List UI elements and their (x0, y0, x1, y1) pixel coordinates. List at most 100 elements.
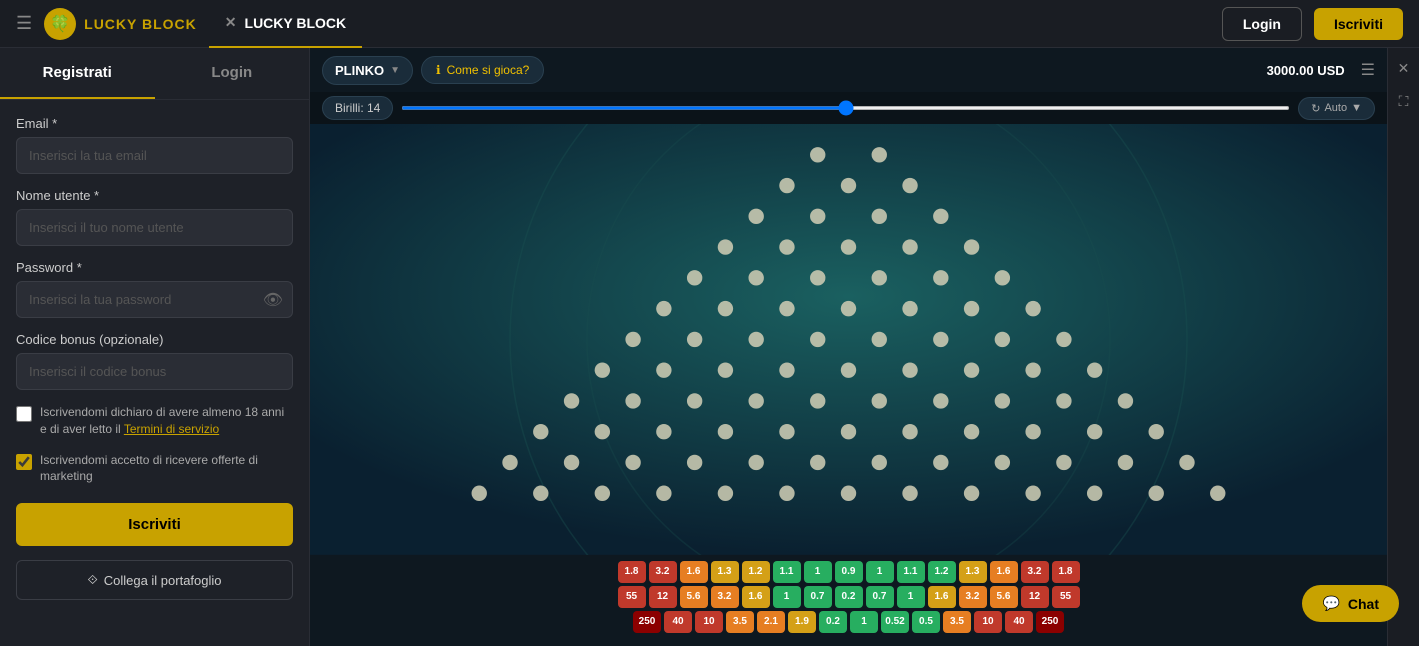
multiplier-rows: 1.8 3.2 1.6 1.3 1.2 1.1 1 0.9 1 1.1 1.2 … (310, 555, 1387, 639)
marketing-label: Iscrivendomi accetto di ricevere offerte… (40, 452, 293, 486)
marketing-checkbox[interactable] (16, 454, 32, 470)
mult-cell: 40 (664, 611, 692, 633)
eye-icon[interactable]: 👁 (263, 290, 283, 310)
mult-cell: 1.6 (990, 561, 1018, 583)
mult-cell: 0.2 (835, 586, 863, 608)
marketing-checkbox-group: Iscrivendomi accetto di ricevere offerte… (16, 452, 293, 486)
mult-cell: 0.5 (912, 611, 940, 633)
mult-cell: 3.2 (1021, 561, 1049, 583)
sidebar-tabs: Registrati Login (0, 48, 309, 100)
expand-panel-icon[interactable]: ⛶ (1395, 89, 1413, 114)
pins-info: Birilli: 14 (322, 96, 393, 120)
balance-display: 3000.00 USD (1267, 63, 1345, 78)
tab-login[interactable]: Login (155, 48, 310, 99)
mult-cell: 250 (1036, 611, 1064, 633)
logo: 🍀 LUCKY BLOCK (44, 8, 197, 40)
pins-slider[interactable] (401, 106, 1290, 110)
plinko-board (310, 124, 1387, 555)
terms-checkbox-group: Iscrivendomi dichiaro di avere almeno 18… (16, 404, 293, 438)
balance-value: 3000.00 (1267, 63, 1314, 78)
terms-link[interactable]: Termini di servizio (124, 422, 219, 436)
multiplier-row-2: 55 12 5.6 3.2 1.6 1 0.7 0.2 0.7 1 1.6 3.… (340, 586, 1357, 608)
mult-cell: 1 (897, 586, 925, 608)
currency-label: USD (1317, 63, 1344, 78)
mult-cell: 5.6 (990, 586, 1018, 608)
mult-cell: 0.9 (835, 561, 863, 583)
auto-button[interactable]: ↻ Auto ▼ (1298, 97, 1375, 120)
plinko-svg (310, 124, 1387, 555)
mult-cell: 3.5 (943, 611, 971, 633)
bonus-label: Codice bonus (opzionale) (16, 332, 293, 347)
settings-icon[interactable]: ☰ (1361, 60, 1375, 80)
close-panel-icon[interactable]: ✕ (1394, 56, 1414, 81)
mult-cell: 3.2 (711, 586, 739, 608)
password-input[interactable] (16, 281, 293, 318)
mult-cell: 1.9 (788, 611, 816, 633)
mult-cell: 1.6 (928, 586, 956, 608)
mult-cell: 1.1 (897, 561, 925, 583)
pins-slider-area (401, 106, 1290, 110)
terms-checkbox[interactable] (16, 406, 32, 422)
chat-label: Chat (1348, 596, 1379, 612)
wallet-icon: ⟐ (87, 572, 97, 588)
mult-cell: 1.8 (618, 561, 646, 583)
info-icon: ℹ (436, 63, 441, 77)
password-field-group: Password * 👁 (16, 260, 293, 318)
mult-cell: 1.3 (711, 561, 739, 583)
register-button[interactable]: Iscriviti (16, 503, 293, 546)
chevron-down-icon: ▼ (390, 65, 400, 76)
mult-cell: 1 (850, 611, 878, 633)
mult-cell: 2.1 (757, 611, 785, 633)
mult-cell: 55 (618, 586, 646, 608)
mult-cell: 5.6 (680, 586, 708, 608)
tab-register[interactable]: Registrati (0, 48, 155, 99)
email-label: Email * (16, 116, 293, 131)
mult-cell: 1.1 (773, 561, 801, 583)
mult-cell: 0.7 (866, 586, 894, 608)
chevron-auto-icon: ▼ (1351, 102, 1362, 114)
sidebar: Registrati Login Email * Nome utente * P… (0, 48, 310, 646)
mult-cell: 0.52 (881, 611, 909, 633)
mult-cell: 1.2 (742, 561, 770, 583)
game-controls: Puntata, USD 0.30 − ↻ + ▶ VERDE GIALLO R… (310, 639, 1387, 646)
chat-icon: 💬 (1322, 595, 1339, 612)
pins-bar: Birilli: 14 ↻ Auto ▼ (310, 92, 1387, 124)
plinko-container: Birilli: 14 ↻ Auto ▼ (310, 92, 1387, 646)
bonus-input[interactable] (16, 353, 293, 390)
password-label: Password * (16, 260, 293, 275)
login-button[interactable]: Login (1222, 7, 1302, 41)
mult-cell: 1.6 (742, 586, 770, 608)
tab-label: LUCKY BLOCK (245, 15, 347, 31)
mult-cell: 10 (974, 611, 1002, 633)
mult-cell: 1.2 (928, 561, 956, 583)
multiplier-row-3: 250 40 10 3.5 2.1 1.9 0.2 1 0.52 0.5 3.5… (340, 611, 1357, 633)
menu-icon[interactable]: ☰ (16, 13, 32, 34)
mult-cell: 3.2 (959, 586, 987, 608)
game-selector[interactable]: PLINKO ▼ (322, 56, 413, 85)
mult-cell: 3.5 (726, 611, 754, 633)
wallet-label: Collega il portafoglio (104, 573, 222, 588)
mult-cell: 55 (1052, 586, 1080, 608)
chat-button[interactable]: 💬 Chat (1302, 585, 1399, 622)
header: ☰ 🍀 LUCKY BLOCK ✕ LUCKY BLOCK Login Iscr… (0, 0, 1419, 48)
email-input[interactable] (16, 137, 293, 174)
tab-close-icon[interactable]: ✕ (225, 14, 237, 31)
register-header-button[interactable]: Iscriviti (1314, 8, 1403, 40)
how-to-play-button[interactable]: ℹ Come si gioca? (421, 56, 544, 84)
game-area: PLINKO ▼ ℹ Come si gioca? 3000.00 USD ☰ … (310, 48, 1387, 646)
sidebar-body: Email * Nome utente * Password * 👁 Codic… (0, 100, 309, 616)
mult-cell: 10 (695, 611, 723, 633)
mult-cell: 1 (866, 561, 894, 583)
password-wrapper: 👁 (16, 281, 293, 318)
multiplier-row-1: 1.8 3.2 1.6 1.3 1.2 1.1 1 0.9 1 1.1 1.2 … (340, 561, 1357, 583)
mult-cell: 1.8 (1052, 561, 1080, 583)
mult-cell: 1 (804, 561, 832, 583)
mult-cell: 3.2 (649, 561, 677, 583)
username-input[interactable] (16, 209, 293, 246)
main-content: Registrati Login Email * Nome utente * P… (0, 48, 1419, 646)
connect-wallet-button[interactable]: ⟐ Collega il portafoglio (16, 560, 293, 600)
mult-cell: 40 (1005, 611, 1033, 633)
header-tab: ✕ LUCKY BLOCK (209, 0, 362, 48)
username-label: Nome utente * (16, 188, 293, 203)
mult-cell: 1.6 (680, 561, 708, 583)
